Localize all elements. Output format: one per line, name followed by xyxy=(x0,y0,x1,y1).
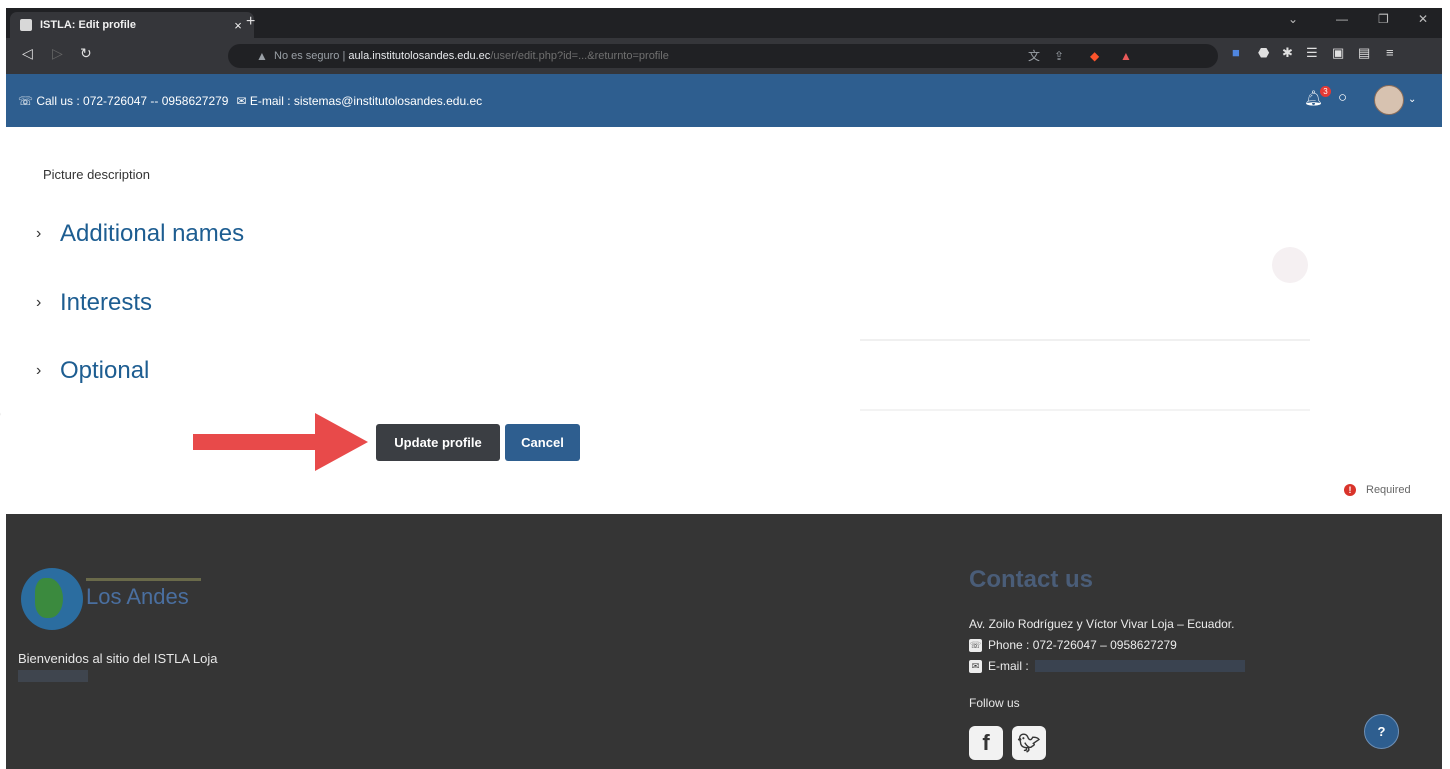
help-button[interactable]: ? xyxy=(1364,714,1399,749)
back-icon[interactable]: ◁ xyxy=(22,45,33,62)
chevron-down-icon[interactable]: ⌄ xyxy=(1288,12,1298,26)
restore-icon[interactable]: ❐ xyxy=(1378,12,1389,26)
chevron-right-icon: › xyxy=(36,362,42,379)
brave-shield-icon[interactable]: ◆ xyxy=(1090,44,1099,68)
welcome-text: Bienvenidos al sitio del ISTLA Loja xyxy=(18,651,218,666)
share-icon[interactable]: ⇪ xyxy=(1054,44,1064,68)
reading-list-icon[interactable]: ☰ xyxy=(1306,45,1318,61)
section-label: Interests xyxy=(60,289,153,316)
forward-icon[interactable]: ▷ xyxy=(52,45,63,62)
annotation-arrow-icon xyxy=(193,413,368,471)
extension-shield-icon[interactable]: ⬣ xyxy=(1258,45,1269,61)
twitter-icon[interactable]: 🐦︎ xyxy=(1012,726,1046,760)
cancel-button[interactable]: Cancel xyxy=(505,424,580,461)
minimize-icon[interactable]: — xyxy=(1336,12,1348,26)
tab-title: ISTLA: Edit profile xyxy=(40,19,136,31)
footer-email-link[interactable] xyxy=(1034,660,1245,672)
address-bar[interactable]: ▲ No es seguro | aula.institutolosandes.… xyxy=(228,44,1218,68)
url-host: aula.institutolosandes.edu.ec xyxy=(348,50,491,62)
avatar[interactable] xyxy=(1374,85,1404,115)
facebook-icon[interactable]: f xyxy=(969,726,1003,760)
security-warning: No es seguro xyxy=(274,50,340,62)
brave-rewards-icon[interactable]: ▲ xyxy=(1120,44,1132,68)
site-footer: Los Andes Bienvenidos al sitio del ISTLA… xyxy=(6,514,1442,769)
message-icon[interactable]: ○ xyxy=(1338,89,1347,106)
envelope-icon: ✉ xyxy=(969,659,982,673)
tab-bar: ISTLA: Edit profile × + ⌄ — ❐ ✕ xyxy=(6,8,1442,38)
header-contact: ☏ Call us : 072-726047 -- 0958627279 ✉ E… xyxy=(18,94,482,108)
browser-tab[interactable]: ISTLA: Edit profile × xyxy=(10,12,254,38)
margin-mark: ) xyxy=(0,396,2,430)
new-tab-button[interactable]: + xyxy=(246,13,255,31)
notification-badge: 3 xyxy=(1320,86,1331,97)
footer-address: Av. Zoilo Rodríguez y Víctor Vivar Loja … xyxy=(969,617,1235,631)
header-email[interactable]: ✉ E-mail : sistemas@institutolosandes.ed… xyxy=(236,94,482,108)
required-legend: ! Required xyxy=(1344,484,1411,496)
section-label: Optional xyxy=(60,357,150,384)
section-additional-names[interactable]: › Additional names xyxy=(36,220,244,248)
footer-email: ✉ E-mail : xyxy=(969,659,1245,673)
url-path: /user/edit.php?id=...&returnto=profile xyxy=(490,50,669,62)
sidebar-icon[interactable]: ▣ xyxy=(1332,45,1344,61)
extensions-puzzle-icon[interactable]: ✱ xyxy=(1282,45,1293,61)
section-interests[interactable]: › Interests xyxy=(36,289,152,317)
follow-label: Follow us xyxy=(969,696,1020,710)
site-header: ☏ Call us : 072-726047 -- 0958627279 ✉ E… xyxy=(6,74,1442,127)
logo-bar xyxy=(86,578,201,581)
window-close-icon[interactable]: ✕ xyxy=(1418,12,1428,26)
reload-icon[interactable]: ↻ xyxy=(80,45,92,62)
section-label: Additional names xyxy=(60,220,245,247)
contact-title: Contact us xyxy=(969,566,1094,593)
extension-translate-icon[interactable]: ■ xyxy=(1232,45,1240,60)
required-icon: ! xyxy=(1344,484,1356,496)
chevron-right-icon: › xyxy=(36,294,42,311)
update-profile-button[interactable]: Update profile xyxy=(376,424,500,461)
chevron-down-icon[interactable]: ⌄ xyxy=(1408,94,1416,105)
footer-link[interactable] xyxy=(18,670,88,682)
footer-phone: ☏ Phone : 072-726047 – 0958627279 xyxy=(969,638,1177,652)
header-phone: ☏ Call us : 072-726047 -- 0958627279 xyxy=(18,94,229,108)
background-ghost xyxy=(840,230,1340,430)
logo-globe-icon xyxy=(21,568,83,630)
menu-icon[interactable]: ≡ xyxy=(1386,45,1394,60)
close-tab-icon[interactable]: × xyxy=(230,18,246,33)
logo-text: Los Andes xyxy=(86,584,189,609)
warning-icon: ▲ xyxy=(256,49,268,63)
picture-description-label: Picture description xyxy=(43,167,150,182)
section-optional[interactable]: › Optional xyxy=(36,357,149,385)
phone-icon: ☏ xyxy=(969,638,982,652)
browser-chrome: ISTLA: Edit profile × + ⌄ — ❐ ✕ ◁ ▷ ↻ ▯ … xyxy=(6,8,1442,74)
required-label: Required xyxy=(1366,484,1411,496)
chevron-right-icon: › xyxy=(36,225,42,242)
translate-icon[interactable]: 文 xyxy=(1028,44,1040,68)
browser-toolbar: ◁ ▷ ↻ ▯ ▲ No es seguro | aula.institutol… xyxy=(6,38,1442,74)
favicon-icon xyxy=(20,19,32,31)
wallet-icon[interactable]: ▤ xyxy=(1358,45,1370,61)
